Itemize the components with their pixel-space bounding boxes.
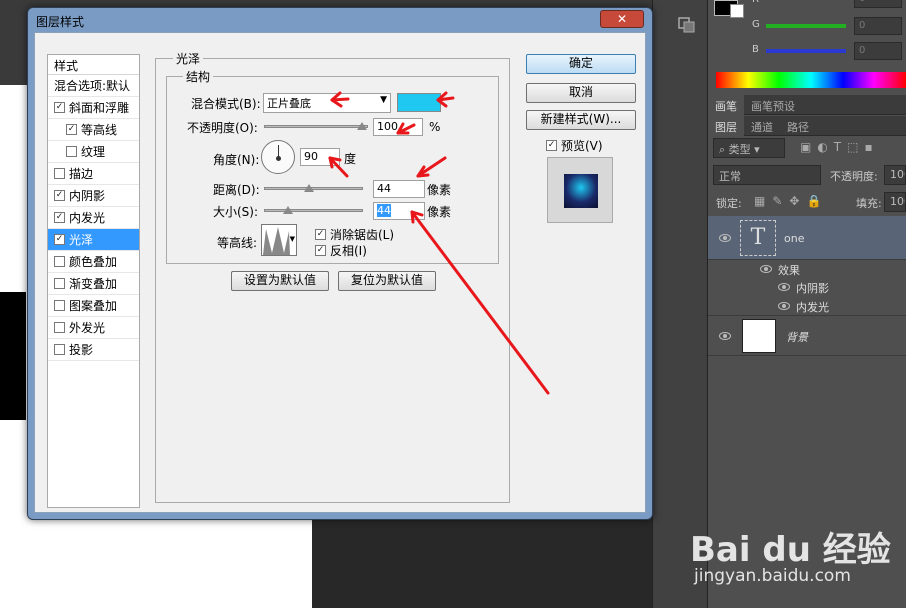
annotation-arrows: [328, 91, 550, 395]
arrow-distance: [416, 156, 447, 178]
arrow-size: [410, 210, 550, 395]
